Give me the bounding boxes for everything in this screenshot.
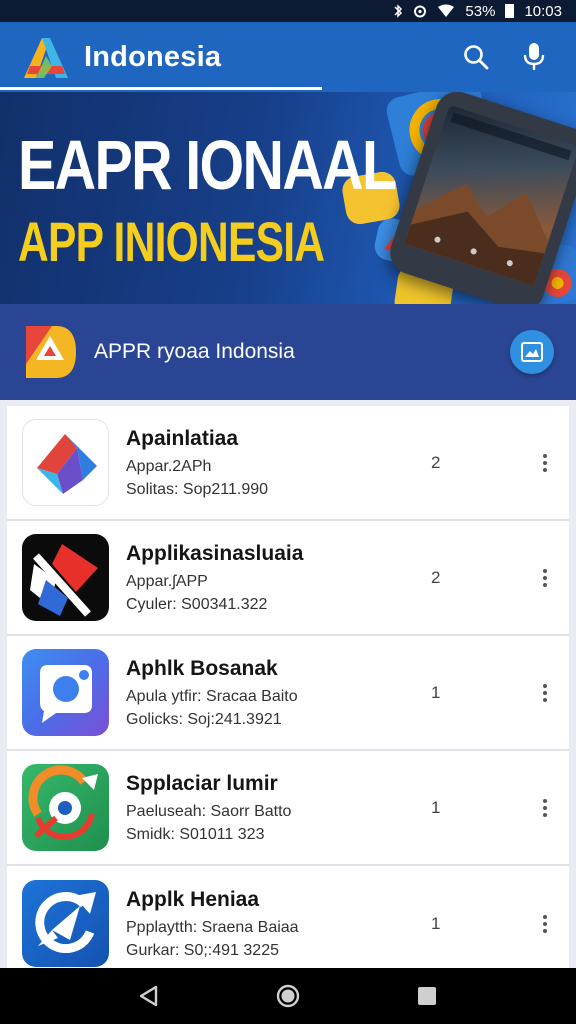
more-vert-icon[interactable] [535, 673, 555, 713]
app-meta: Golicks: Soj:241.3921 [126, 710, 282, 728]
arrow-logo-icon [22, 419, 109, 506]
status-bar: 53% 10:03 [0, 0, 576, 22]
app-name: Aphlk Bosanak [126, 656, 278, 680]
app-name: Applikasinasluaia [126, 541, 304, 565]
mic-icon[interactable] [512, 35, 556, 79]
more-vert-icon[interactable] [535, 904, 555, 944]
more-vert-icon[interactable] [535, 788, 555, 828]
list-item[interactable]: Apainlatiaa Appar.2APh Solitas: Sop211.9… [7, 406, 569, 521]
app-name: Applk Heniaa [126, 887, 260, 911]
app-name: Apainlatiaa [126, 426, 239, 450]
battery-percent: 53% [465, 2, 496, 20]
image-icon[interactable] [510, 330, 554, 374]
store-logo-icon[interactable] [20, 34, 72, 80]
promo-banner[interactable]: EAPR IONAAL APP INIONESIA [0, 92, 576, 304]
featured-strip[interactable]: APPR ryoaa Indonsia [0, 304, 576, 400]
app-meta: Smidk: S01011 323 [126, 825, 265, 843]
more-vert-icon[interactable] [535, 558, 555, 598]
more-vert-icon[interactable] [535, 443, 555, 483]
app-count: 1 [431, 682, 441, 702]
list-item[interactable]: Applk Heniaa Ppplaytth: Sraena Baiaa Gur… [7, 866, 569, 968]
bluetooth-icon [394, 4, 403, 18]
status-time: 10:03 [524, 2, 562, 20]
app-title: Indonesia [84, 40, 222, 73]
chat-bubble-icon [22, 649, 109, 736]
banner-subheadline: APP INIONESIA [18, 210, 325, 273]
recents-icon[interactable] [403, 972, 451, 1020]
featured-app-logo-icon [22, 322, 80, 382]
back-icon[interactable] [125, 972, 173, 1020]
app-meta: Cyuler: S00341.322 [126, 595, 268, 613]
battery-icon [505, 4, 515, 18]
system-nav-bar [0, 968, 576, 1024]
app-list: Apainlatiaa Appar.2APh Solitas: Sop211.9… [7, 406, 569, 968]
app-subtitle: Appar.2APh [126, 457, 212, 475]
app-bar: Indonesia [0, 22, 576, 92]
diamond-logo-icon [22, 534, 109, 621]
app-subtitle: Appar.ʃAPP [126, 572, 208, 590]
app-meta: Gurkar: S0;:491 3225 [126, 941, 279, 959]
home-icon[interactable] [264, 972, 312, 1020]
app-count: 1 [431, 913, 441, 933]
list-item[interactable]: Spplaciar lumir Paeluseah: Saorr Batto S… [7, 751, 569, 866]
wifi-icon [438, 4, 455, 17]
banner-headline: EAPR IONAAL [18, 126, 397, 204]
active-tab-indicator [0, 87, 322, 90]
list-item[interactable]: Applikasinasluaia Appar.ʃAPP Cyuler: S00… [7, 521, 569, 636]
alarm-icon [414, 5, 427, 18]
app-count: 1 [431, 797, 441, 817]
app-count: 2 [431, 452, 441, 472]
app-count: 2 [431, 567, 441, 587]
app-name: Spplaciar lumir [126, 771, 278, 795]
search-icon[interactable] [454, 35, 498, 79]
app-subtitle: Paeluseah: Saorr Batto [126, 802, 292, 820]
app-subtitle: Apula ytfir: Sracaa Baito [126, 687, 298, 705]
featured-label: APPR ryoaa Indonsia [94, 340, 295, 363]
compass-icon [22, 764, 109, 851]
app-subtitle: Ppplaytth: Sraena Baiaa [126, 918, 299, 936]
app-meta: Solitas: Sop211.990 [126, 480, 269, 498]
circle-arrow-icon [22, 880, 109, 967]
list-item[interactable]: Aphlk Bosanak Apula ytfir: Sracaa Baito … [7, 636, 569, 751]
